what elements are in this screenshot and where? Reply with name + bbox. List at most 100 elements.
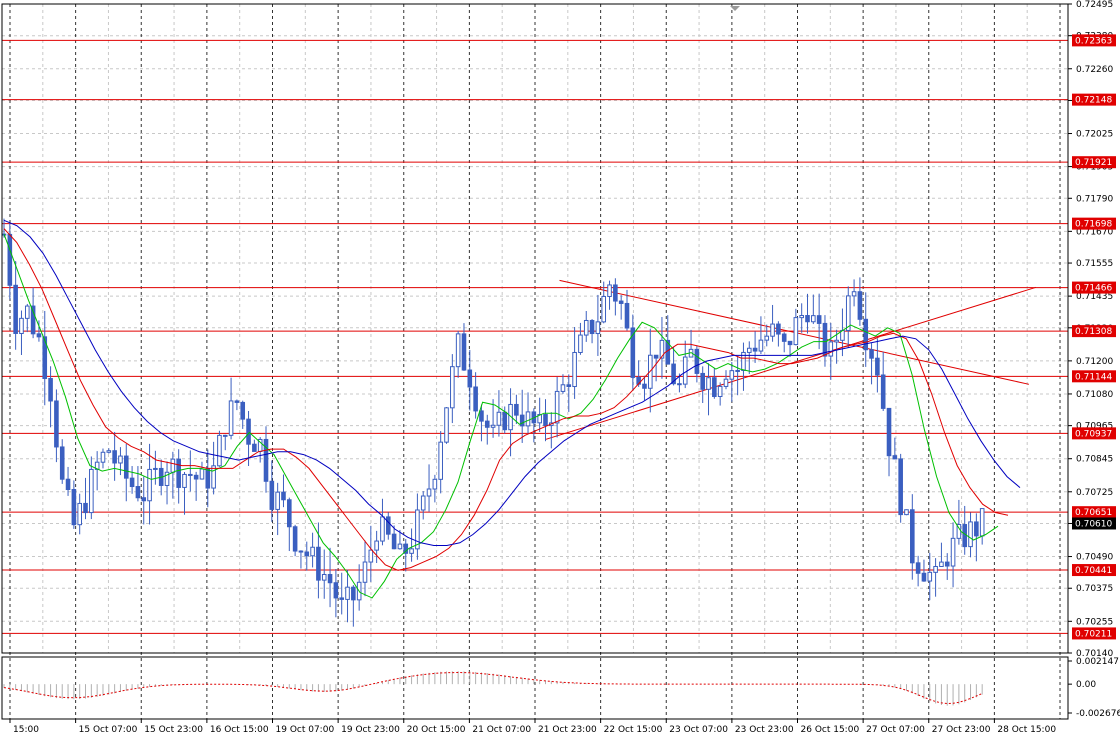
- price-tick-label: 0.72495: [1076, 0, 1113, 10]
- price-tick-label: 0.71555: [1076, 259, 1113, 269]
- candle-body: [112, 450, 117, 464]
- candle-body: [857, 291, 863, 320]
- candle-body: [834, 339, 839, 343]
- candle-body: [54, 400, 59, 448]
- level-price-label: 0.70211: [1075, 629, 1112, 639]
- candle-body: [601, 295, 607, 323]
- candle-body: [100, 451, 106, 463]
- candle-body: [950, 537, 956, 567]
- candle-body: [560, 384, 566, 392]
- candle-body: [682, 356, 688, 385]
- level-price-label: 0.72148: [1075, 96, 1112, 106]
- candle-body: [875, 357, 880, 376]
- candle-body: [863, 318, 869, 351]
- candle-body: [420, 495, 426, 511]
- level-price-label: 0.71308: [1075, 327, 1112, 337]
- price-tick-label: 0.70845: [1076, 455, 1113, 465]
- candle-body: [135, 486, 141, 499]
- candle-body: [24, 305, 30, 319]
- candle-body: [193, 474, 199, 480]
- time-tick-label: 23 Oct 23:00: [735, 725, 794, 735]
- candle-body: [979, 508, 985, 537]
- candle-body: [805, 315, 810, 323]
- candle-body: [304, 551, 310, 557]
- candle-body: [624, 302, 630, 329]
- candle-body: [822, 322, 828, 357]
- candle-body: [880, 374, 886, 409]
- candle-body: [484, 420, 490, 428]
- candle-body: [246, 418, 251, 445]
- candle-body: [694, 348, 700, 374]
- price-chart[interactable]: 0.724950.723800.722600.721450.720250.719…: [0, 0, 1120, 756]
- candle-body: [490, 424, 496, 428]
- candle-body: [351, 586, 356, 601]
- candle-body: [455, 333, 461, 368]
- candle-body: [287, 499, 292, 528]
- candle-body: [316, 546, 321, 581]
- time-tick-label: 16 Oct 15:00: [210, 725, 269, 735]
- level-price-label: 0.71921: [1075, 158, 1112, 168]
- candle-body: [36, 333, 42, 338]
- candle-body: [525, 411, 531, 427]
- candle-body: [397, 543, 403, 550]
- candle-body: [432, 478, 438, 490]
- time-tick-label: 28 Oct 15:00: [997, 725, 1056, 735]
- candle-body: [211, 465, 216, 489]
- time-tick-label: 21 Oct 07:00: [472, 725, 531, 735]
- level-price-label: 0.70937: [1075, 429, 1112, 439]
- candle-body: [974, 521, 979, 537]
- candle-body: [275, 491, 280, 510]
- candle-body: [65, 478, 71, 491]
- candle-body: [706, 377, 711, 390]
- candle-body: [170, 458, 176, 473]
- candle-body: [764, 335, 770, 341]
- candle-body: [968, 521, 973, 548]
- candle-body: [240, 401, 246, 420]
- time-tick-label: 15 Oct 23:00: [144, 725, 203, 735]
- candle-body: [473, 386, 478, 412]
- candle-body: [927, 571, 933, 582]
- price-tick-label: 0.70725: [1076, 488, 1113, 498]
- candle-body: [618, 300, 624, 304]
- candle-body: [310, 546, 315, 557]
- candle-body: [776, 323, 781, 335]
- price-tick-label: 0.71080: [1076, 390, 1113, 400]
- candle-body: [898, 458, 903, 516]
- candle-body: [566, 384, 572, 388]
- candle-body: [939, 561, 944, 567]
- candle-body: [281, 491, 286, 501]
- candle-body: [461, 333, 467, 371]
- candle-body: [426, 488, 432, 497]
- candle-body: [228, 400, 234, 436]
- candle-body: [345, 586, 350, 600]
- time-tick-label: 22 Oct 15:00: [604, 725, 663, 735]
- candle-body: [89, 468, 94, 514]
- candle-body: [444, 407, 449, 443]
- time-tick-label: 27 Oct 07:00: [866, 725, 925, 735]
- candle-body: [758, 339, 764, 352]
- candle-body: [613, 284, 618, 302]
- candle-body: [339, 597, 345, 600]
- candle-body: [292, 526, 298, 552]
- level-price-label: 0.70441: [1075, 566, 1112, 576]
- osc-tick-label: -0.002676: [1076, 709, 1120, 719]
- candle-body: [910, 509, 915, 564]
- candle-body: [48, 378, 53, 402]
- osc-tick-label: 0.00: [1076, 680, 1096, 690]
- candle-body: [298, 550, 304, 553]
- candle-body: [374, 540, 379, 551]
- candle-body: [845, 295, 851, 331]
- candle-body: [886, 407, 892, 457]
- price-tick-label: 0.71200: [1076, 357, 1113, 367]
- candle-body: [176, 458, 181, 488]
- candle-body: [380, 516, 385, 542]
- candle-body: [409, 548, 414, 554]
- time-tick-label: 26 Oct 15:00: [801, 725, 860, 735]
- candle-body: [391, 533, 397, 550]
- candle-body: [368, 549, 374, 563]
- candle-body: [252, 443, 257, 452]
- candle-body: [816, 315, 822, 324]
- candle-body: [269, 480, 275, 510]
- chart-window[interactable]: 0.724950.723800.722600.721450.720250.719…: [0, 0, 1120, 756]
- candle-body: [770, 323, 775, 337]
